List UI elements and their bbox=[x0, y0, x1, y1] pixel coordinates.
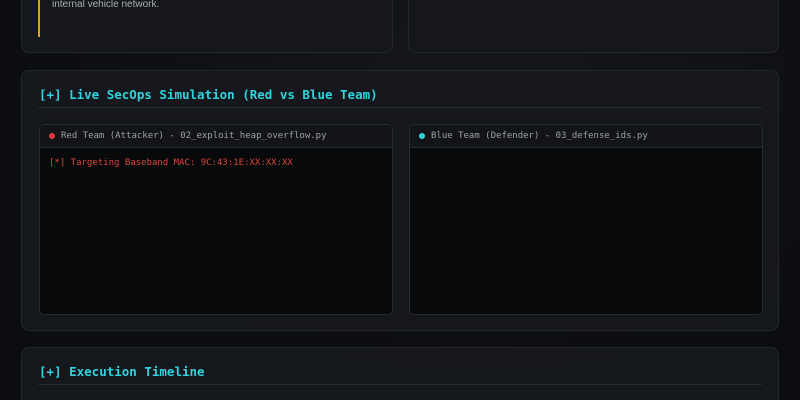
timeline-divider bbox=[38, 384, 762, 385]
blue-team-terminal-title: Blue Team (Defender) - 03_defense_ids.py bbox=[431, 131, 648, 141]
blue-status-dot-icon bbox=[419, 133, 425, 139]
simulation-divider bbox=[38, 107, 762, 108]
blue-team-terminal[interactable]: Blue Team (Defender) - 03_defense_ids.py bbox=[409, 124, 763, 315]
red-team-terminal-header: Red Team (Attacker) - 02_exploit_heap_ov… bbox=[40, 125, 392, 148]
simulation-title: [+] Live SecOps Simulation (Red vs Blue … bbox=[39, 87, 378, 102]
top-right-panel bbox=[408, 0, 779, 53]
red-team-terminal[interactable]: Red Team (Attacker) - 02_exploit_heap_ov… bbox=[39, 124, 393, 315]
top-left-panel: boundaries separating the external commu… bbox=[21, 0, 393, 53]
red-team-log-output: [*] Targeting Baseband MAC: 9C:43:1E:XX:… bbox=[40, 148, 392, 178]
timeline-panel: [+] Execution Timeline bbox=[21, 347, 779, 400]
red-status-dot-icon bbox=[49, 133, 55, 139]
red-team-terminal-title: Red Team (Attacker) - 02_exploit_heap_ov… bbox=[61, 131, 327, 141]
simulation-panel: [+] Live SecOps Simulation (Red vs Blue … bbox=[21, 70, 779, 331]
blue-team-terminal-header: Blue Team (Defender) - 03_defense_ids.py bbox=[410, 125, 762, 148]
log-line: [*] Targeting Baseband MAC: 9C:43:1E:XX:… bbox=[49, 158, 293, 168]
info-callout: boundaries separating the external commu… bbox=[38, 0, 376, 37]
blue-team-log-output bbox=[410, 148, 762, 168]
callout-text: boundaries separating the external commu… bbox=[52, 0, 160, 10]
timeline-title: [+] Execution Timeline bbox=[39, 364, 205, 379]
